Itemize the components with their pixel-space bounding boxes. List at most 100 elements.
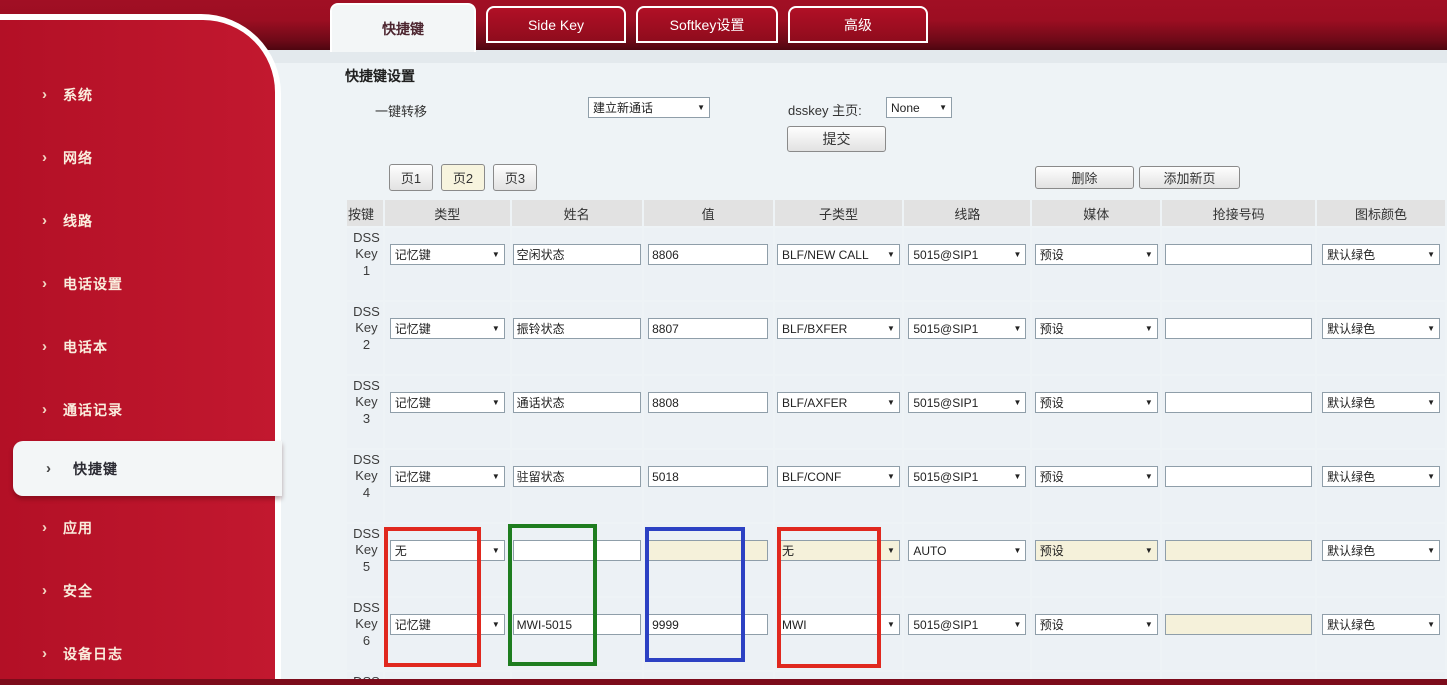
dsskey-line-select[interactable]: 5015@SIP1▼ [908, 244, 1026, 265]
dsskey-pickup-input[interactable] [1165, 614, 1312, 635]
dropdown-arrow-icon: ▼ [492, 250, 500, 259]
sidebar-item-device-log[interactable]: › 设备日志 [0, 622, 275, 685]
dsskey-cell: 5015@SIP1▼ [904, 450, 1030, 522]
dsskey-name-input[interactable] [513, 244, 641, 265]
dsskey-subtype-select[interactable]: BLF/AXFER▼ [777, 392, 900, 413]
dsskey-icon-color-select[interactable]: 默认绿色▼ [1322, 318, 1440, 339]
dsskey-icon-color-select[interactable]: 默认绿色▼ [1322, 614, 1440, 635]
sidebar-item-line[interactable]: ›线路 [0, 189, 275, 252]
sidebar-item-application[interactable]: ›应用 [0, 496, 275, 559]
dsskey-cell: 预设▼ [1032, 450, 1160, 522]
dsskey-cell: 预设▼ [1032, 302, 1160, 374]
dsskey-media-select[interactable]: 预设▼ [1035, 318, 1158, 339]
page-button-2[interactable]: 页2 [441, 164, 485, 191]
dsskey-name-input[interactable] [513, 318, 641, 339]
tab-function-key[interactable]: 快捷键 [330, 3, 476, 52]
dsskey-type-select[interactable]: 记忆键▼ [390, 318, 505, 339]
dsskey-value-input[interactable] [648, 466, 768, 487]
col-header: 值 [644, 200, 773, 226]
page-button-3[interactable]: 页3 [493, 164, 537, 191]
page-button-1[interactable]: 页1 [389, 164, 433, 191]
sidebar-item-phonebook[interactable]: ›电话本 [0, 315, 275, 378]
dsskey-cell [512, 376, 642, 448]
dsskey-cell: 5015@SIP1▼ [904, 228, 1030, 300]
dropdown-arrow-icon: ▼ [492, 398, 500, 407]
delete-button[interactable]: 删除 [1035, 166, 1134, 189]
dsskey-home-select[interactable]: None ▼ [886, 97, 952, 118]
dsskey-line-select-value: 5015@SIP1 [913, 322, 978, 336]
sidebar-item-call-log[interactable]: ›通话记录 [0, 378, 275, 441]
dsskey-line-select[interactable]: 5015@SIP1▼ [908, 614, 1026, 635]
dsskey-cell: BLF/NEW CALL▼ [775, 228, 903, 300]
dsskey-icon-color-select[interactable]: 默认绿色▼ [1322, 392, 1440, 413]
submit-button[interactable]: 提交 [787, 126, 886, 152]
tab-advanced[interactable]: 高级 [788, 6, 928, 43]
sidebar-item-phone-settings[interactable]: ›电话设置 [0, 252, 275, 315]
dsskey-media-select[interactable]: 预设▼ [1035, 540, 1158, 561]
dsskey-cell: 记忆键▼ [385, 302, 510, 374]
dsskey-type-select-value: 记忆键 [395, 468, 431, 485]
dsskey-media-select[interactable]: 预设▼ [1035, 614, 1158, 635]
dsskey-pickup-input[interactable] [1165, 244, 1312, 265]
dsskey-cell [1162, 228, 1315, 300]
dsskey-label: DSS Key 3 [347, 376, 383, 448]
dsskey-line-select[interactable]: 5015@SIP1▼ [908, 466, 1026, 487]
dropdown-arrow-icon: ▼ [1013, 250, 1021, 259]
dropdown-arrow-icon: ▼ [1427, 472, 1435, 481]
dsskey-name-input[interactable] [513, 392, 641, 413]
dsskey-icon-color-select[interactable]: 默认绿色▼ [1322, 540, 1440, 561]
dsskey-icon-color-select-value: 默认绿色 [1327, 468, 1375, 485]
dsskey-subtype-select[interactable]: BLF/BXFER▼ [777, 318, 900, 339]
dsskey-line-select-value: 5015@SIP1 [913, 396, 978, 410]
dropdown-arrow-icon: ▼ [1013, 546, 1021, 555]
dsskey-line-select-value: 5015@SIP1 [913, 618, 978, 632]
dsskey-pickup-input[interactable] [1165, 466, 1312, 487]
dsskey-type-select[interactable]: 记忆键▼ [390, 466, 505, 487]
dsskey-cell: AUTO▼ [904, 524, 1030, 596]
sidebar-menu: ›系统›网络›线路›电话设置›电话本›通话记录 › 快捷键 ›应用›安全 › 设备日志 [0, 20, 275, 679]
one-key-transfer-select[interactable]: 建立新通话 ▼ [588, 97, 710, 118]
add-page-button[interactable]: 添加新页 [1139, 166, 1240, 189]
sidebar-item-network[interactable]: ›网络 [0, 126, 275, 189]
dsskey-line-select[interactable]: 5015@SIP1▼ [908, 318, 1026, 339]
col-header: 姓名 [512, 200, 642, 226]
dropdown-arrow-icon: ▼ [1427, 324, 1435, 333]
dsskey-value-input[interactable] [648, 392, 768, 413]
dsskey-type-select-value: 记忆键 [395, 246, 431, 263]
col-header: 线路 [904, 200, 1030, 226]
dsskey-media-select[interactable]: 预设▼ [1035, 466, 1158, 487]
dsskey-type-select[interactable]: 记忆键 ▼ [390, 244, 505, 265]
tab-side-key[interactable]: Side Key [486, 6, 626, 43]
sidebar-item-security[interactable]: ›安全 [0, 559, 275, 622]
dsskey-media-select[interactable]: 预设▼ [1035, 244, 1158, 265]
dropdown-arrow-icon: ▼ [492, 546, 500, 555]
dsskey-media-select[interactable]: 预设▼ [1035, 392, 1158, 413]
dsskey-icon-color-select[interactable]: 默认绿色▼ [1322, 244, 1440, 265]
chevron-right-icon: › [42, 276, 47, 291]
dsskey-cell [644, 228, 773, 300]
sidebar-item-label: 设备日志 [63, 644, 123, 664]
dsskey-pickup-input[interactable] [1165, 318, 1312, 339]
dsskey-value-input[interactable] [648, 244, 768, 265]
dsskey-line-select[interactable]: 5015@SIP1▼ [908, 392, 1026, 413]
dsskey-name-input[interactable] [513, 466, 641, 487]
sidebar-item-label: 快捷键 [73, 459, 118, 479]
dsskey-pickup-input[interactable] [1165, 392, 1312, 413]
dsskey-cell: 5015@SIP1▼ [904, 376, 1030, 448]
dsskey-type-select-value: 记忆键 [395, 394, 431, 411]
dsskey-pickup-input[interactable] [1165, 540, 1312, 561]
dsskey-subtype-select[interactable]: BLF/CONF▼ [777, 466, 900, 487]
chevron-right-icon: › [42, 646, 47, 661]
dsskey-value-input[interactable] [648, 318, 768, 339]
dsskey-subtype-select[interactable]: BLF/NEW CALL▼ [777, 244, 900, 265]
sidebar-item-system[interactable]: ›系统 [0, 63, 275, 126]
dropdown-arrow-icon: ▼ [1145, 620, 1153, 629]
dropdown-arrow-icon: ▼ [887, 472, 895, 481]
tab-softkey-settings[interactable]: Softkey设置 [636, 6, 778, 43]
dsskey-icon-color-select[interactable]: 默认绿色 ▼ [1322, 466, 1440, 487]
dsskey-line-select[interactable]: AUTO▼ [908, 540, 1026, 561]
dsskey-type-select[interactable]: 记忆键 ▼ [390, 392, 505, 413]
dropdown-arrow-icon: ▼ [1145, 546, 1153, 555]
table-header-row: 按键类型姓名值子类型线路媒体抢接号码图标颜色 [347, 200, 1445, 226]
sidebar-item-function-key[interactable]: ›快捷键 [13, 441, 282, 496]
